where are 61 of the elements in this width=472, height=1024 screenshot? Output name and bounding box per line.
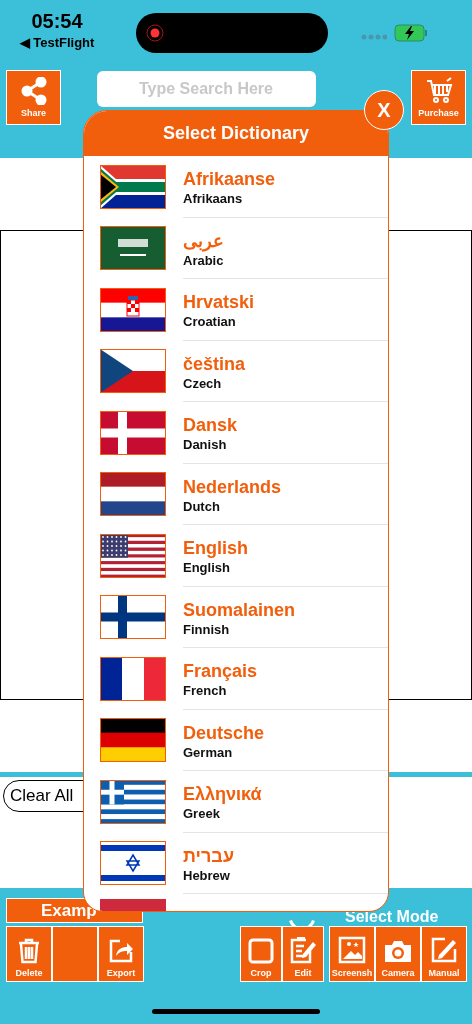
flag-icon: [100, 533, 166, 578]
dictionary-item[interactable]: Afrikaanse Afrikaans: [84, 156, 388, 218]
blank-button[interactable]: [52, 926, 98, 982]
flag-icon: [100, 349, 166, 394]
signal-icon: [361, 34, 387, 40]
edit-icon: [289, 936, 317, 964]
flag-icon: [100, 226, 166, 271]
language-name: Dansk: [183, 414, 238, 437]
language-name: čeština: [183, 352, 246, 375]
dictionary-item[interactable]: Dansk Danish: [84, 402, 388, 464]
flag-icon: [100, 287, 166, 332]
language-name: עברית: [183, 844, 234, 867]
language-english-name: French: [183, 682, 228, 700]
language-english-name: Finnish: [183, 620, 231, 638]
language-name: Nederlands: [183, 475, 282, 498]
language-name: English: [183, 537, 248, 560]
flag-icon: [100, 164, 166, 209]
language-english-name: Arabic: [183, 252, 224, 269]
dictionary-item[interactable]: čeština Czech: [84, 340, 388, 402]
language-english-name: Afrikaans: [183, 190, 244, 208]
dictionary-item[interactable]: Français French: [84, 648, 388, 710]
language-name: Hrvatski: [183, 291, 255, 314]
language-name: Français: [183, 660, 258, 683]
language-english-name: German: [183, 743, 234, 761]
language-name: عربى: [183, 229, 224, 252]
language-english-name: Croatian: [183, 313, 237, 331]
language-name: Deutsche: [183, 721, 265, 744]
edit-icon: [430, 936, 458, 964]
language-english-name: Dutch: [183, 497, 221, 515]
dictionary-item[interactable]: Suomalainen Finnish: [84, 586, 388, 648]
language-english-name: Greek: [183, 805, 221, 823]
flag-icon: [100, 472, 166, 517]
flag-icon: [100, 779, 166, 824]
square-icon: [248, 938, 274, 964]
recording-icon: [146, 24, 164, 42]
dictionary-item[interactable]: English English: [84, 525, 388, 587]
language-name: Ελληνικά: [183, 783, 262, 806]
dictionary-item[interactable]: Hrvatski Croatian: [84, 279, 388, 341]
language-english-name: Czech: [183, 374, 223, 392]
export-icon: [108, 938, 134, 964]
cart-icon: [424, 77, 453, 105]
language-english-name: Hebrew: [183, 866, 231, 884]
language-english-name: Danish: [183, 436, 228, 454]
flag-icon: [100, 595, 166, 640]
language-english-name: English: [183, 559, 231, 577]
language-name: Suomalainen: [183, 598, 296, 621]
trash-icon: [17, 938, 41, 964]
dictionary-item[interactable]: Nederlands Dutch: [84, 463, 388, 525]
language-name: Afrikaanse: [183, 168, 276, 191]
flag-icon: [100, 718, 166, 763]
flag-icon: [100, 899, 166, 911]
share-icon: [20, 77, 47, 105]
camera-icon: [383, 938, 413, 964]
flag-icon: [100, 841, 166, 886]
flag-icon: [100, 410, 166, 455]
battery-icon: [394, 24, 428, 42]
picture-icon: [338, 936, 366, 964]
dictionary-item[interactable]: Deutsche German: [84, 709, 388, 771]
clock-time: 05:54: [31, 10, 83, 33]
back-link[interactable]: ◀ TestFlight: [19, 35, 95, 50]
flag-icon: [100, 656, 166, 701]
